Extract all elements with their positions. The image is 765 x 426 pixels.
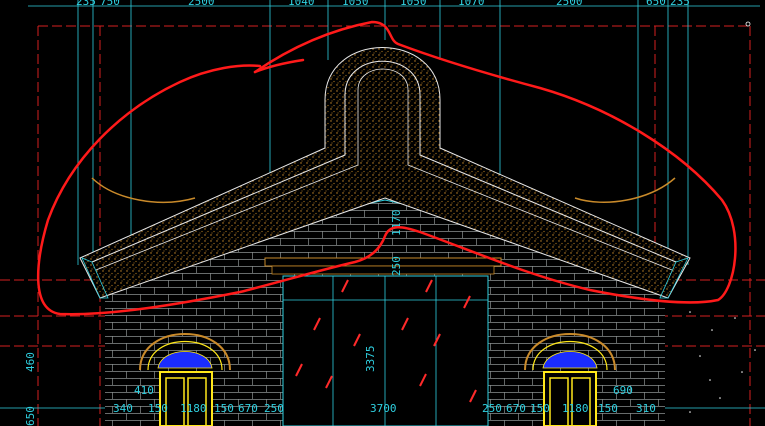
top-dim-label: 1070 bbox=[458, 0, 485, 8]
top-dim-label: 2500 bbox=[188, 0, 215, 8]
bottom-dim-label: 1180 bbox=[180, 402, 207, 415]
bottom-dim-label: 150 bbox=[598, 402, 618, 415]
bottom-dim-label: 340 bbox=[113, 402, 133, 415]
bottom-dim-label: 670 bbox=[238, 402, 258, 415]
top-dim-label: 1050 bbox=[400, 0, 427, 8]
bottom-dim-label: 150 bbox=[530, 402, 550, 415]
bottom-dim-label: 310 bbox=[636, 402, 656, 415]
bottom-dim-label: 1180 bbox=[562, 402, 589, 415]
door-cornice bbox=[264, 257, 502, 275]
top-dim-label: 750 bbox=[100, 0, 120, 8]
secondary-dim-label: 690 bbox=[613, 384, 633, 397]
top-dim-label: 1050 bbox=[342, 0, 369, 8]
cad-drawing-canvas: 235 750 2500 1040 1050 1050 1070 2500 65… bbox=[0, 0, 765, 426]
bottom-dim-label: 150 bbox=[148, 402, 168, 415]
top-dim-label: 235 bbox=[670, 0, 690, 8]
bottom-dim-label: 250 bbox=[482, 402, 502, 415]
top-dim-label: 2500 bbox=[556, 0, 583, 8]
bottom-dimension-labels: 340 150 1180 150 670 250 3700 250 670 15… bbox=[113, 402, 656, 415]
door-height-label: 3375 bbox=[364, 346, 377, 373]
bottom-dim-label: 670 bbox=[506, 402, 526, 415]
top-dim-label: 235 bbox=[76, 0, 96, 8]
vertical-dim-label: 1170 bbox=[390, 210, 403, 237]
top-dim-label: 1040 bbox=[288, 0, 315, 8]
top-dim-label: 650 bbox=[646, 0, 666, 8]
bottom-dim-label: 150 bbox=[214, 402, 234, 415]
bottom-dim-label: 250 bbox=[264, 402, 284, 415]
bottom-dim-label: 3700 bbox=[370, 402, 397, 415]
vertical-dim-label: 460 bbox=[24, 352, 37, 372]
vertical-dim-label: 650 bbox=[24, 406, 37, 426]
vertical-dim-label: 250 bbox=[390, 256, 403, 276]
secondary-dim-label: 410 bbox=[134, 384, 154, 397]
